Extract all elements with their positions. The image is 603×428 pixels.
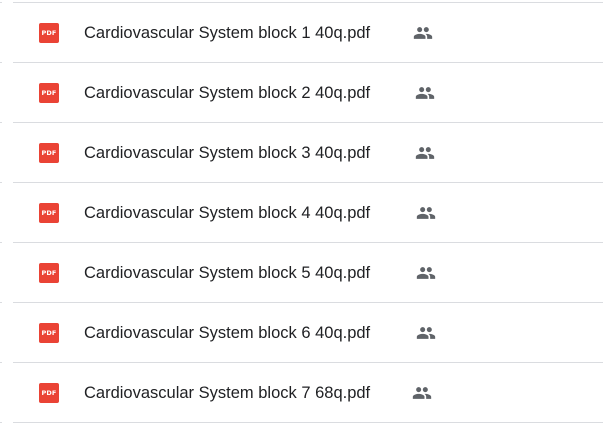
people-icon (412, 384, 432, 402)
file-name: Cardiovascular System block 2 40q.pdf (84, 84, 371, 102)
file-row[interactable]: PDF Cardiovascular System block 1 40q.pd… (0, 3, 603, 62)
people-icon (415, 144, 435, 162)
pdf-icon: PDF (39, 23, 59, 43)
people-icon (416, 324, 436, 342)
people-icon (416, 204, 436, 222)
file-name: Cardiovascular System block 7 68q.pdf (84, 384, 371, 402)
file-row[interactable]: PDF Cardiovascular System block 2 40q.pd… (0, 63, 603, 122)
file-list: PDF Cardiovascular System block 1 40q.pd… (0, 0, 603, 428)
file-name: Cardiovascular System block 4 40q.pdf (84, 204, 371, 222)
pdf-icon: PDF (39, 143, 59, 163)
file-name: Cardiovascular System block 1 40q.pdf (84, 24, 371, 42)
pdf-icon: PDF (39, 383, 59, 403)
file-name: Cardiovascular System block 3 40q.pdf (84, 144, 371, 162)
pdf-icon: PDF (39, 83, 59, 103)
file-row[interactable]: PDF Cardiovascular System block 3 40q.pd… (0, 123, 603, 182)
people-icon (415, 84, 435, 102)
file-row[interactable]: PDF Cardiovascular System block 5 40q.pd… (0, 243, 603, 302)
file-name: Cardiovascular System block 6 40q.pdf (84, 324, 371, 342)
people-icon (413, 24, 433, 42)
file-name: Cardiovascular System block 5 40q.pdf (84, 264, 371, 282)
pdf-icon: PDF (39, 323, 59, 343)
pdf-icon: PDF (39, 263, 59, 283)
file-row[interactable]: PDF Cardiovascular System block 6 40q.pd… (0, 303, 603, 362)
file-row[interactable]: PDF Cardiovascular System block 7 68q.pd… (0, 363, 603, 422)
people-icon (416, 264, 436, 282)
pdf-icon: PDF (39, 203, 59, 223)
file-row[interactable]: PDF Cardiovascular System block 4 40q.pd… (0, 183, 603, 242)
row-divider (0, 422, 603, 423)
